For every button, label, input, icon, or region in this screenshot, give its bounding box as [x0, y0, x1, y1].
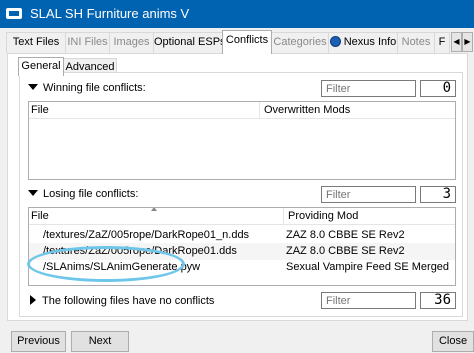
- tab-label: Text Files: [12, 36, 60, 48]
- winning-label: Winning file conflicts:: [43, 82, 146, 94]
- no-conflicts-toggle[interactable]: The following files have no conflicts: [30, 295, 214, 307]
- tab-images[interactable]: Images: [109, 32, 154, 53]
- tab-notes[interactable]: Notes: [397, 32, 435, 53]
- cell-mod: ZAZ 8.0 CBBE SE Rev2: [286, 245, 405, 257]
- column-header-overwritten-mods[interactable]: Overwritten Mods: [259, 102, 455, 119]
- cell-mod: Sexual Vampire Feed SE Merged: [286, 261, 450, 273]
- tab-label: Nexus Info: [343, 36, 397, 48]
- table-header: File Overwritten Mods: [29, 102, 455, 119]
- tab-label: Notes: [401, 36, 431, 48]
- app-icon: [6, 8, 22, 19]
- triangle-down-icon: [28, 84, 38, 90]
- no-conflicts-count: 36: [420, 292, 456, 309]
- tab-label: Images: [113, 36, 150, 48]
- losing-toggle[interactable]: Losing file conflicts:: [28, 188, 138, 200]
- no-conflicts-label: The following files have no conflicts: [42, 295, 215, 307]
- table-row[interactable]: /SLAnims/SLAnimGenerate.pyw Sexual Vampi…: [29, 259, 455, 276]
- tab-conflicts[interactable]: Conflicts: [222, 30, 272, 54]
- tab-categories[interactable]: Categories: [271, 32, 329, 53]
- tab-optional-esps[interactable]: Optional ESPs: [153, 32, 223, 53]
- cell-file: /SLAnims/SLAnimGenerate.pyw: [43, 261, 201, 273]
- no-conflicts-filter-input[interactable]: [321, 292, 416, 309]
- winning-toggle[interactable]: Winning file conflicts:: [28, 82, 146, 94]
- triangle-right-icon: [30, 295, 36, 305]
- window-title: SLAL SH Furniture anims V: [30, 6, 190, 21]
- tab-partial[interactable]: F: [434, 32, 450, 53]
- previous-button[interactable]: Previous: [11, 331, 66, 352]
- tab-label: Optional ESPs: [154, 36, 223, 48]
- losing-label: Losing file conflicts:: [43, 188, 139, 200]
- triangle-down-icon: [28, 190, 38, 196]
- sort-indicator-icon: [151, 208, 157, 211]
- title-bar[interactable]: SLAL SH Furniture anims V: [0, 0, 474, 28]
- losing-count: 3: [420, 186, 456, 203]
- column-header-file[interactable]: File: [29, 102, 259, 119]
- tab-label: F: [438, 36, 446, 48]
- chevron-right-icon: ▶: [464, 37, 471, 46]
- chevron-left-icon: ◀: [453, 37, 460, 46]
- subtab-label: General: [21, 60, 61, 72]
- cell-file: /textures/ZaZ/005rope/DarkRope01.dds: [43, 245, 237, 257]
- tab-scroll-left-button[interactable]: ◀: [451, 32, 462, 52]
- tab-label: Conflicts: [225, 34, 269, 46]
- table-row[interactable]: /textures/ZaZ/005rope/DarkRope01.dds ZAZ…: [29, 243, 455, 260]
- column-header-providing-mod[interactable]: Providing Mod: [283, 208, 455, 225]
- losing-table[interactable]: File Providing Mod /textures/ZaZ/005rope…: [28, 207, 456, 286]
- winning-table[interactable]: File Overwritten Mods: [28, 101, 456, 180]
- cell-mod: ZAZ 8.0 CBBE SE Rev2: [286, 229, 405, 241]
- winning-count: 0: [420, 80, 456, 97]
- tab-ini-files[interactable]: INI Files: [65, 32, 110, 53]
- table-header: File Providing Mod: [29, 208, 455, 225]
- tab-scroll-right-button[interactable]: ▶: [462, 32, 473, 52]
- tab-text-files[interactable]: Text Files: [6, 32, 66, 53]
- cell-file: /textures/ZaZ/005rope/DarkRope01_n.dds: [43, 229, 250, 241]
- subtab-general[interactable]: General: [18, 57, 64, 76]
- globe-icon: [329, 36, 341, 47]
- winning-filter-input[interactable]: [321, 80, 416, 97]
- tab-label: Categories: [273, 36, 327, 48]
- tab-nexus-info[interactable]: Nexus Info: [328, 32, 398, 53]
- tab-label: INI Files: [67, 36, 108, 48]
- close-button[interactable]: Close: [432, 331, 474, 352]
- losing-filter-input[interactable]: [321, 186, 416, 203]
- table-row[interactable]: /textures/ZaZ/005rope/DarkRope01_n.dds Z…: [29, 227, 455, 244]
- next-button[interactable]: Next: [71, 331, 129, 352]
- tab-bar: Text Files INI Files Images Optional ESP…: [0, 28, 474, 54]
